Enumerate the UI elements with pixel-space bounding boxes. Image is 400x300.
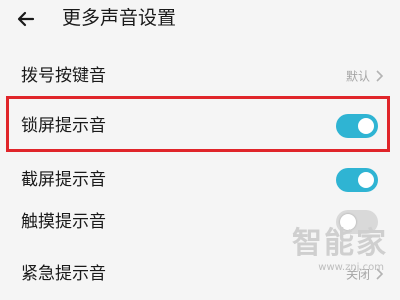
back-button[interactable] xyxy=(14,4,44,34)
touch-sound-toggle[interactable] xyxy=(336,210,378,234)
setting-label: 截屏提示音 xyxy=(21,170,106,190)
screenshot-sound-toggle[interactable] xyxy=(336,168,378,192)
setting-label: 锁屏提示音 xyxy=(21,116,106,136)
setting-row-dial-tone[interactable]: 拨号按键音 默认 xyxy=(0,50,400,102)
header: 更多声音设置 xyxy=(0,0,400,44)
setting-label: 紧急提示音 xyxy=(21,264,106,284)
toggle-knob xyxy=(358,172,374,188)
setting-row-lock-screen-sound[interactable]: 锁屏提示音 xyxy=(0,100,400,152)
setting-row-emergency-sound[interactable]: 紧急提示音 关闭 xyxy=(0,248,400,300)
setting-label: 触摸提示音 xyxy=(21,212,106,232)
back-arrow-icon xyxy=(17,11,35,27)
chevron-right-icon xyxy=(376,70,384,82)
setting-value: 默认 xyxy=(345,69,370,84)
toggle-knob xyxy=(358,118,374,134)
setting-value: 关闭 xyxy=(345,267,370,282)
lock-screen-sound-toggle[interactable] xyxy=(336,114,378,138)
chevron-right-icon xyxy=(376,268,384,280)
setting-row-touch-sound[interactable]: 触摸提示音 xyxy=(0,196,400,248)
setting-label: 拨号按键音 xyxy=(21,66,106,86)
toggle-knob xyxy=(340,214,356,230)
page-title: 更多声音设置 xyxy=(62,7,177,29)
